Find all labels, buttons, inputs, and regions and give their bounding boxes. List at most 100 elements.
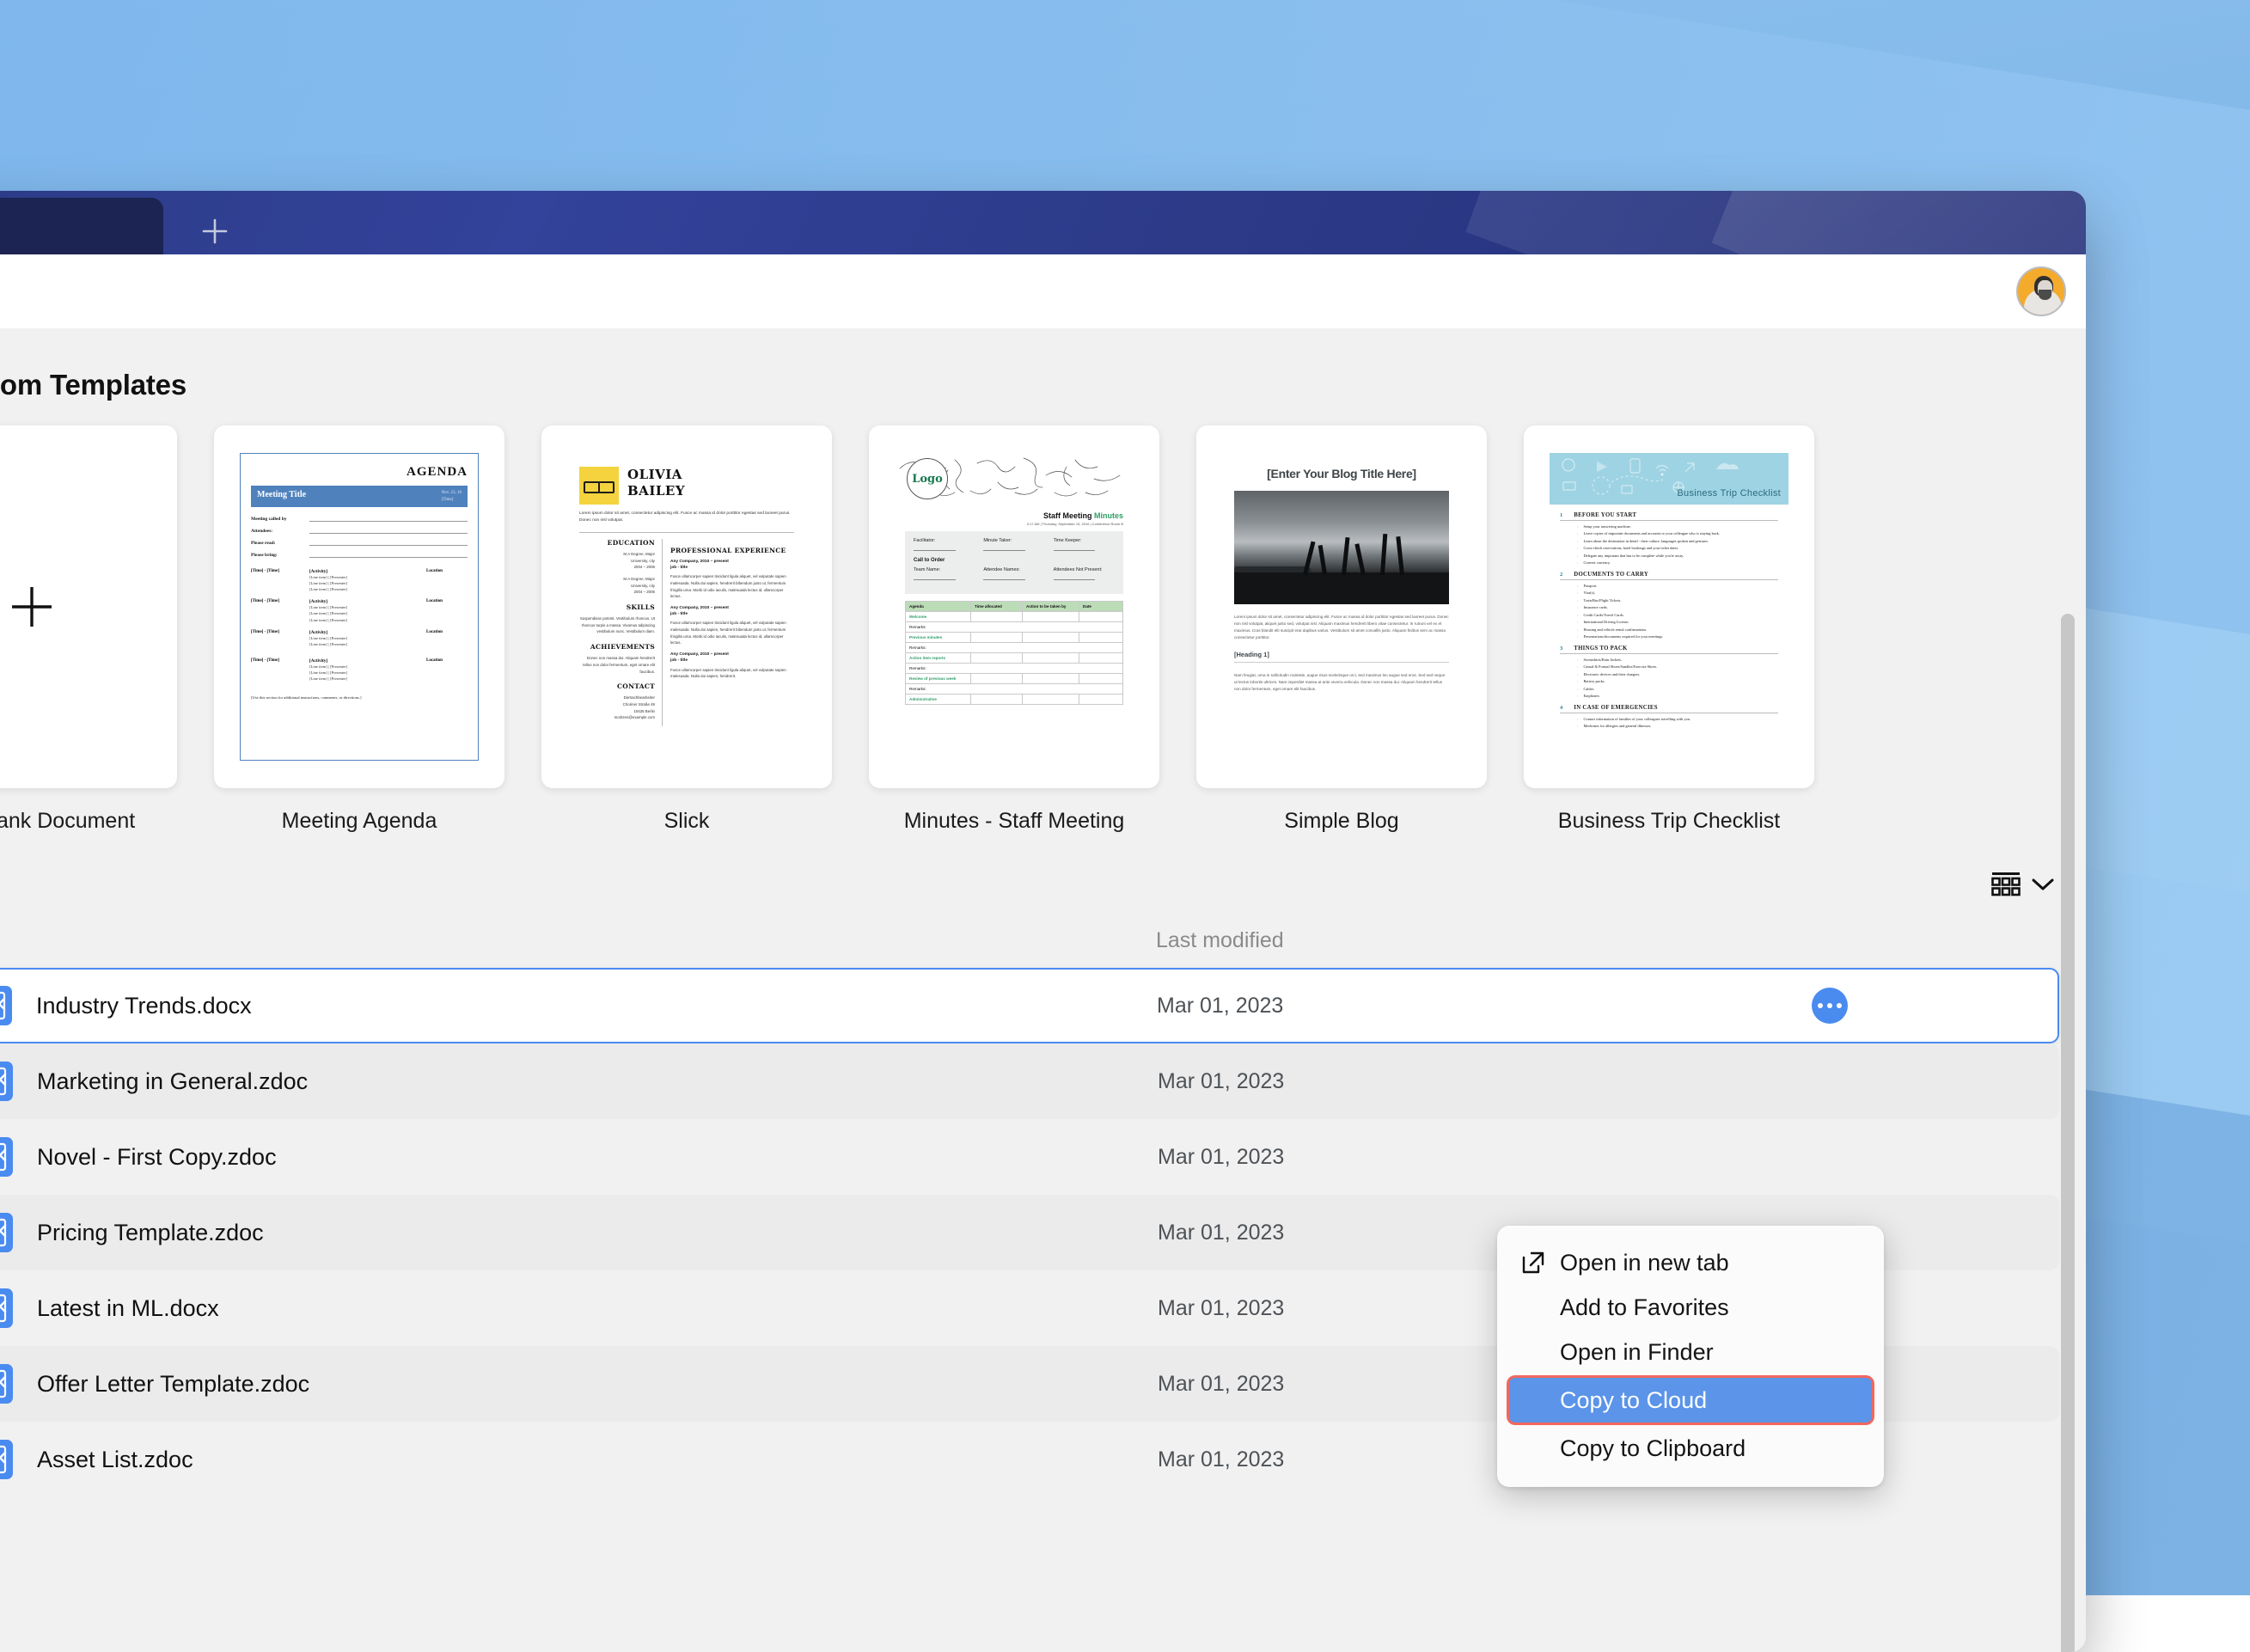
remarks-cell: Remarks: [906, 643, 1122, 652]
menu-item-label: Open in Finder [1560, 1339, 1714, 1366]
minutes-field-label: Attendees Not Present: [1054, 567, 1103, 572]
agenda-field-line [309, 552, 468, 558]
blog-paragraph: Nam feugiat, urna in sollicitudin molest… [1234, 672, 1449, 693]
menu-item-copy-to-clipboard[interactable]: Copy to Clipboard [1497, 1426, 1884, 1471]
agenda-row-line: [Line item] | [Presenter] [309, 586, 426, 592]
menu-item-label: Add to Favorites [1560, 1294, 1729, 1321]
chevron-down-icon[interactable] [2032, 878, 2054, 896]
checklist-item: Housing and vehicle rental confirmations… [1577, 627, 1778, 632]
slick-name: OLIVIA BAILEY [627, 467, 685, 505]
slick-job-body: Fusce ullamcorper sapien tincidunt ligul… [670, 620, 794, 646]
list-column-headers: Today Last modified [0, 902, 2086, 956]
template-thumbnail: [Enter Your Blog Title Here] Lorem ipsum… [1196, 425, 1487, 788]
table-row[interactable]: Novel - First Copy.zdoc Mar 01, 2023 [0, 1119, 2059, 1195]
more-options-icon[interactable] [1812, 988, 1848, 1024]
menu-item-add-to-favorites[interactable]: Add to Favorites [1497, 1285, 1884, 1330]
logo-placeholder: Logo [907, 458, 948, 499]
external-link-icon [1520, 1250, 1546, 1282]
table-row: Previous minutes [906, 633, 1122, 643]
template-label: Simple Blog [1284, 809, 1398, 834]
slick-first-name: OLIVIA [627, 467, 682, 482]
agenda-row-line: [Line item] | [Presenter] [309, 610, 426, 616]
slick-intro: Lorem ipsum dolor sit amet, consectetur … [579, 511, 794, 524]
checklist-item: Train/Bus/Flight Tickets. [1577, 598, 1778, 603]
section-heading: THINGS TO PACK [1574, 646, 1627, 652]
checklist-section: 2DOCUMENTS TO CARRY Passport. Visa(s). T… [1560, 572, 1778, 639]
table-row: Remarks: [906, 622, 1122, 633]
agenda-field-line [309, 516, 468, 522]
agenda-row-time: [Time] - [Time] [251, 599, 309, 622]
tab-industry-trends[interactable]: ends.docx [0, 198, 163, 254]
minutes-field: Facilitator: [914, 538, 975, 551]
table-row[interactable]: Marketing in General.zdoc Mar 01, 2023 [0, 1043, 2059, 1119]
minutes-field: Minute Taker: [983, 538, 1044, 551]
slick-heading: SKILLS [579, 603, 655, 611]
blog-preview: [Enter Your Blog Title Here] Lorem ipsum… [1222, 453, 1461, 761]
minutes-title-accent: Minutes [1094, 511, 1123, 520]
slick-skills: Suspendisse potenti. Vestibulum rhoncus.… [579, 615, 655, 635]
agenda-rows: [Time] - [Time] [Activity][Line item] | … [251, 569, 468, 682]
section-number: 4 [1560, 705, 1562, 711]
template-gallery: New Blank Document AGENDA Meeting Title … [0, 401, 2086, 834]
template-card-new-blank-document[interactable]: New Blank Document [0, 425, 177, 834]
table-row: Administrative [906, 694, 1122, 704]
agenda-row-line: [Line item] | [Presenter] [309, 617, 426, 623]
agenda-row: [Time] - [Time] [Activity][Line item] | … [251, 630, 468, 647]
file-name: Latest in ML.docx [37, 1295, 219, 1322]
menu-item-copy-to-cloud[interactable]: Copy to Cloud [1509, 1378, 1872, 1423]
file-name: Offer Letter Template.zdoc [37, 1371, 309, 1398]
menu-item-open-in-finder[interactable]: Open in Finder [1497, 1330, 1884, 1374]
content-scroll-area: Create from Templates New Blank Document [0, 328, 2086, 1652]
template-card-slick[interactable]: OLIVIA BAILEY Lorem ipsum dolor sit amet… [541, 425, 832, 834]
ground-shape [1234, 572, 1449, 604]
agenda-bar-date: Nov. 23, 16[Time] [442, 490, 462, 503]
slick-heading: CONTACT [579, 682, 655, 690]
vertical-scrollbar[interactable] [2061, 614, 2075, 1652]
slick-job-body: Fusce ullamcorper sapien tincidunt ligul… [670, 573, 794, 600]
file-modified-date: Mar 01, 2023 [1158, 1447, 1284, 1472]
avatar-beard [2039, 290, 2051, 300]
agenda-field-line [309, 540, 468, 546]
blog-paragraph: Lorem ipsum dolor sit amet, consectetur … [1234, 614, 1449, 641]
file-modified-date: Mar 01, 2023 [1158, 1145, 1284, 1170]
slick-heading: ACHIEVEMENTS [579, 643, 655, 651]
table-row[interactable]: Industry Trends.docx Mar 01, 2023 [0, 968, 2059, 1043]
agenda-row-line: [Line item] | [Presenter] [309, 670, 426, 676]
menu-item-open-in-new-tab[interactable]: Open in new tab [1497, 1240, 1884, 1285]
table-row: Review of previous week [906, 674, 1122, 684]
table-row: Remarks: [906, 664, 1122, 674]
agenda-row-line: [Line item] | [Presenter] [309, 664, 426, 670]
recents-header: Recents [0, 834, 2086, 902]
agenda-heading: AGENDA [251, 465, 468, 480]
template-card-simple-blog[interactable]: [Enter Your Blog Title Here] Lorem ipsum… [1196, 425, 1487, 834]
checklist-item: Learn about the destination in detail - … [1577, 539, 1778, 543]
grid-view-icon[interactable] [1991, 872, 2021, 902]
checklist-item: Earphones [1577, 694, 1778, 698]
template-card-minutes-staff-meeting[interactable]: Logo Staff Meeting Minutes 3:17 AM | Thu… [869, 425, 1159, 834]
file-modified-date: Mar 01, 2023 [1158, 1069, 1284, 1094]
template-card-meeting-agenda[interactable]: AGENDA Meeting Title Nov. 23, 16[Time] M… [214, 425, 504, 834]
slick-job: Any Company, 2010 – presentjob - title [670, 605, 794, 617]
table-header-row: Agenda Time allocated Action to be taken… [906, 602, 1122, 612]
checklist-item: Sweatshirts/Rain Jackets. [1577, 658, 1778, 662]
plus-icon[interactable] [192, 208, 238, 254]
slick-last-name: BAILEY [627, 483, 685, 499]
view-toggle[interactable] [1991, 872, 2054, 902]
file-name: Pricing Template.zdoc [37, 1220, 264, 1246]
agenda-row-line: [Line item] | [Presenter] [309, 574, 426, 580]
checklist-item: Electronic devices and their chargers. [1577, 672, 1778, 676]
slick-job: Any Company, 2010 – presentjob - title [670, 559, 794, 571]
slick-education: M.A Degree, MajorUniversity, city2004 – … [579, 551, 655, 571]
document-file-icon [0, 1288, 15, 1328]
minutes-table: Agenda Time allocated Action to be taken… [905, 601, 1123, 705]
checklist-item: Medicines for allergies and general illn… [1577, 724, 1778, 728]
avatar[interactable] [2016, 266, 2066, 316]
context-menu: Open in new tab Add to Favorites Open in… [1497, 1226, 1884, 1487]
agenda-cell: Administrative [906, 694, 971, 704]
agenda-cell: Review of previous week [906, 674, 971, 683]
agenda-field-label: Attendees: [251, 529, 304, 534]
checklist-item: Leave copies of important documents and … [1577, 531, 1778, 535]
app-header [0, 254, 2086, 328]
agenda-row-location: Location [426, 630, 468, 647]
template-card-business-trip-checklist[interactable]: Business Trip Checklist 1BEFORE YOU STAR… [1524, 425, 1814, 834]
